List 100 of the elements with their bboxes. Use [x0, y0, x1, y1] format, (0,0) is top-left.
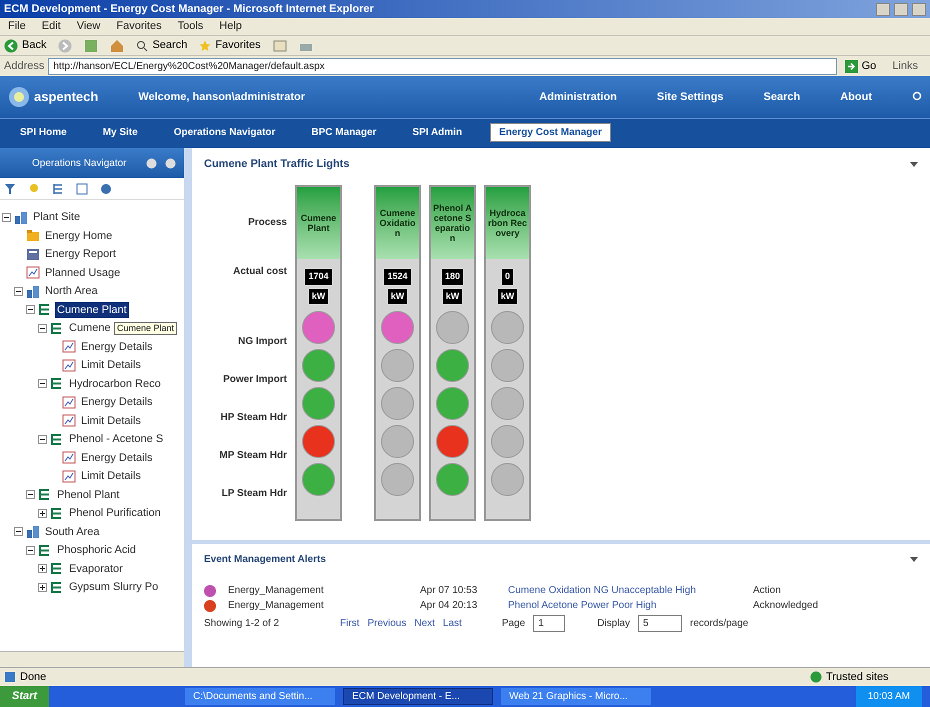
hierarchy-icon — [38, 544, 52, 557]
go-button[interactable]: Go — [840, 58, 880, 74]
collapse-icon[interactable] — [14, 286, 23, 296]
tree-item[interactable]: Phenol - Acetone S — [67, 431, 166, 448]
process-header[interactable]: Cumene Oxidation — [376, 186, 419, 258]
collapse-icon[interactable] — [2, 212, 11, 222]
tree-item[interactable]: Gypsum Slurry Po — [67, 579, 160, 596]
nav-tab[interactable]: My Site — [94, 124, 146, 141]
page-select[interactable]: 1 — [533, 614, 566, 632]
horizontal-scrollbar[interactable] — [0, 651, 184, 667]
report-icon — [26, 248, 40, 261]
collapse-icon[interactable] — [26, 546, 35, 555]
row-label: Process — [248, 216, 287, 230]
menu-item[interactable]: Favorites — [116, 18, 162, 35]
list-icon[interactable] — [76, 182, 88, 194]
header-link[interactable]: Site Settings — [656, 88, 724, 106]
row-label: NG Import — [238, 335, 287, 349]
tree-item[interactable]: Energy Details — [79, 394, 155, 410]
back-button[interactable]: Back — [4, 37, 46, 54]
process-header[interactable]: Cumene Plant — [297, 186, 340, 258]
hierarchy-icon — [50, 377, 64, 390]
tree-item[interactable]: Evaporator — [67, 560, 125, 577]
tree-item[interactable]: Phenol Purification — [67, 505, 163, 522]
expand-icon[interactable] — [38, 564, 47, 574]
tree-item[interactable]: Energy Details — [79, 450, 155, 466]
collapse-icon[interactable] — [38, 324, 47, 333]
address-field[interactable]: http://hanson/ECL/Energy%20Cost%20Manager/default.aspx — [48, 58, 837, 74]
nav-tab[interactable]: Operations Navigator — [166, 124, 284, 141]
collapse-icon[interactable] — [26, 490, 35, 500]
next-link[interactable]: Next — [414, 616, 435, 630]
tree-item[interactable]: Energy Home — [43, 228, 114, 244]
menu-item[interactable]: Edit — [42, 18, 61, 35]
expand-icon[interactable] — [38, 508, 47, 518]
collapse-icon[interactable] — [14, 527, 23, 536]
chart-icon — [62, 414, 76, 428]
favorites-button[interactable]: Favorites — [199, 37, 261, 54]
tree-item[interactable]: Phenol Plant — [55, 486, 122, 503]
star-icon — [199, 40, 212, 52]
chart-icon — [62, 451, 76, 464]
menu-item[interactable]: File — [8, 18, 26, 35]
header-link[interactable]: About — [840, 88, 872, 106]
first-link[interactable]: First — [340, 616, 360, 630]
tree-item[interactable]: Planned Usage — [43, 264, 122, 281]
menu-item[interactable]: Tools — [178, 18, 204, 35]
menu-item[interactable]: Help — [219, 18, 242, 35]
collapse-icon[interactable] — [26, 305, 35, 314]
cost-value: 0 — [502, 269, 513, 284]
hierarchy-icon — [50, 432, 64, 446]
expand-icon[interactable] — [38, 582, 47, 592]
header-link[interactable]: Administration — [539, 88, 617, 106]
process-header[interactable]: Hydrocarbon Recovery — [486, 186, 529, 258]
display-label: Display — [597, 616, 630, 630]
hierarchy-icon — [50, 506, 64, 520]
links-label[interactable]: Links — [884, 58, 926, 74]
taskbar-button[interactable]: C:\Documents and Settin... — [185, 688, 336, 705]
tree-item[interactable]: Energy Report — [43, 246, 118, 262]
tooltip: Cumene Plant — [114, 322, 178, 335]
filter-icon[interactable] — [4, 182, 16, 194]
tree-item[interactable]: Energy Details — [79, 338, 155, 355]
clock: 10:03 AM — [856, 686, 922, 707]
zone-text: Trusted sites — [826, 670, 890, 685]
tree-item[interactable]: North Area — [43, 283, 100, 300]
row-label: Power Import — [223, 373, 287, 387]
alert-link[interactable]: Phenol Acetone Power Poor High — [508, 598, 753, 613]
nav-tab[interactable]: SPI Admin — [404, 124, 470, 141]
alert-link[interactable]: Cumene Oxidation NG Unacceptable High — [508, 583, 753, 598]
tree-item[interactable]: Hydrocarbon Reco — [67, 376, 163, 392]
tree-item[interactable]: Plant Site — [31, 209, 82, 226]
nav-tab[interactable]: SPI Home — [12, 124, 75, 141]
collapse-icon[interactable] — [38, 434, 47, 444]
tree-item[interactable]: Limit Details — [79, 412, 143, 429]
last-link[interactable]: Last — [442, 616, 462, 630]
chart-icon — [62, 470, 76, 483]
nav-tab[interactable]: Energy Cost Manager — [490, 123, 611, 142]
alert-status: Acknowledged — [753, 599, 818, 613]
caret-icon[interactable] — [910, 557, 918, 562]
search-button[interactable]: Search — [136, 37, 188, 54]
hierarchy-icon[interactable] — [52, 182, 64, 194]
taskbar-button[interactable]: Web 21 Graphics - Micro... — [501, 688, 652, 705]
start-button[interactable]: Start — [0, 686, 50, 707]
tree-item[interactable]: Phosphoric Acid — [55, 542, 138, 558]
tree-item[interactable]: Cumene Plant — [55, 302, 129, 318]
header-link[interactable]: Search — [764, 88, 800, 106]
tree-item[interactable]: Cumene — [67, 320, 113, 336]
tree-item[interactable]: Limit Details — [79, 468, 143, 484]
search-icon[interactable] — [912, 91, 922, 103]
display-select[interactable]: 5 — [638, 614, 682, 632]
check-icon — [810, 671, 822, 683]
process-header[interactable]: Phenol Acetone Separation — [431, 186, 474, 258]
panel-title: Operations Navigator — [31, 158, 128, 168]
folder-icon — [26, 229, 40, 242]
tree-item[interactable]: South Area — [43, 524, 102, 540]
page-icon — [4, 671, 16, 683]
previous-link[interactable]: Previous — [367, 616, 406, 630]
nav-tab[interactable]: BPC Manager — [303, 124, 384, 141]
collapse-icon[interactable] — [38, 379, 47, 388]
caret-icon[interactable] — [910, 162, 918, 167]
tree-item[interactable]: Limit Details — [79, 357, 143, 374]
menu-item[interactable]: View — [76, 18, 100, 35]
taskbar-button[interactable]: ECM Development - E... — [343, 688, 494, 705]
